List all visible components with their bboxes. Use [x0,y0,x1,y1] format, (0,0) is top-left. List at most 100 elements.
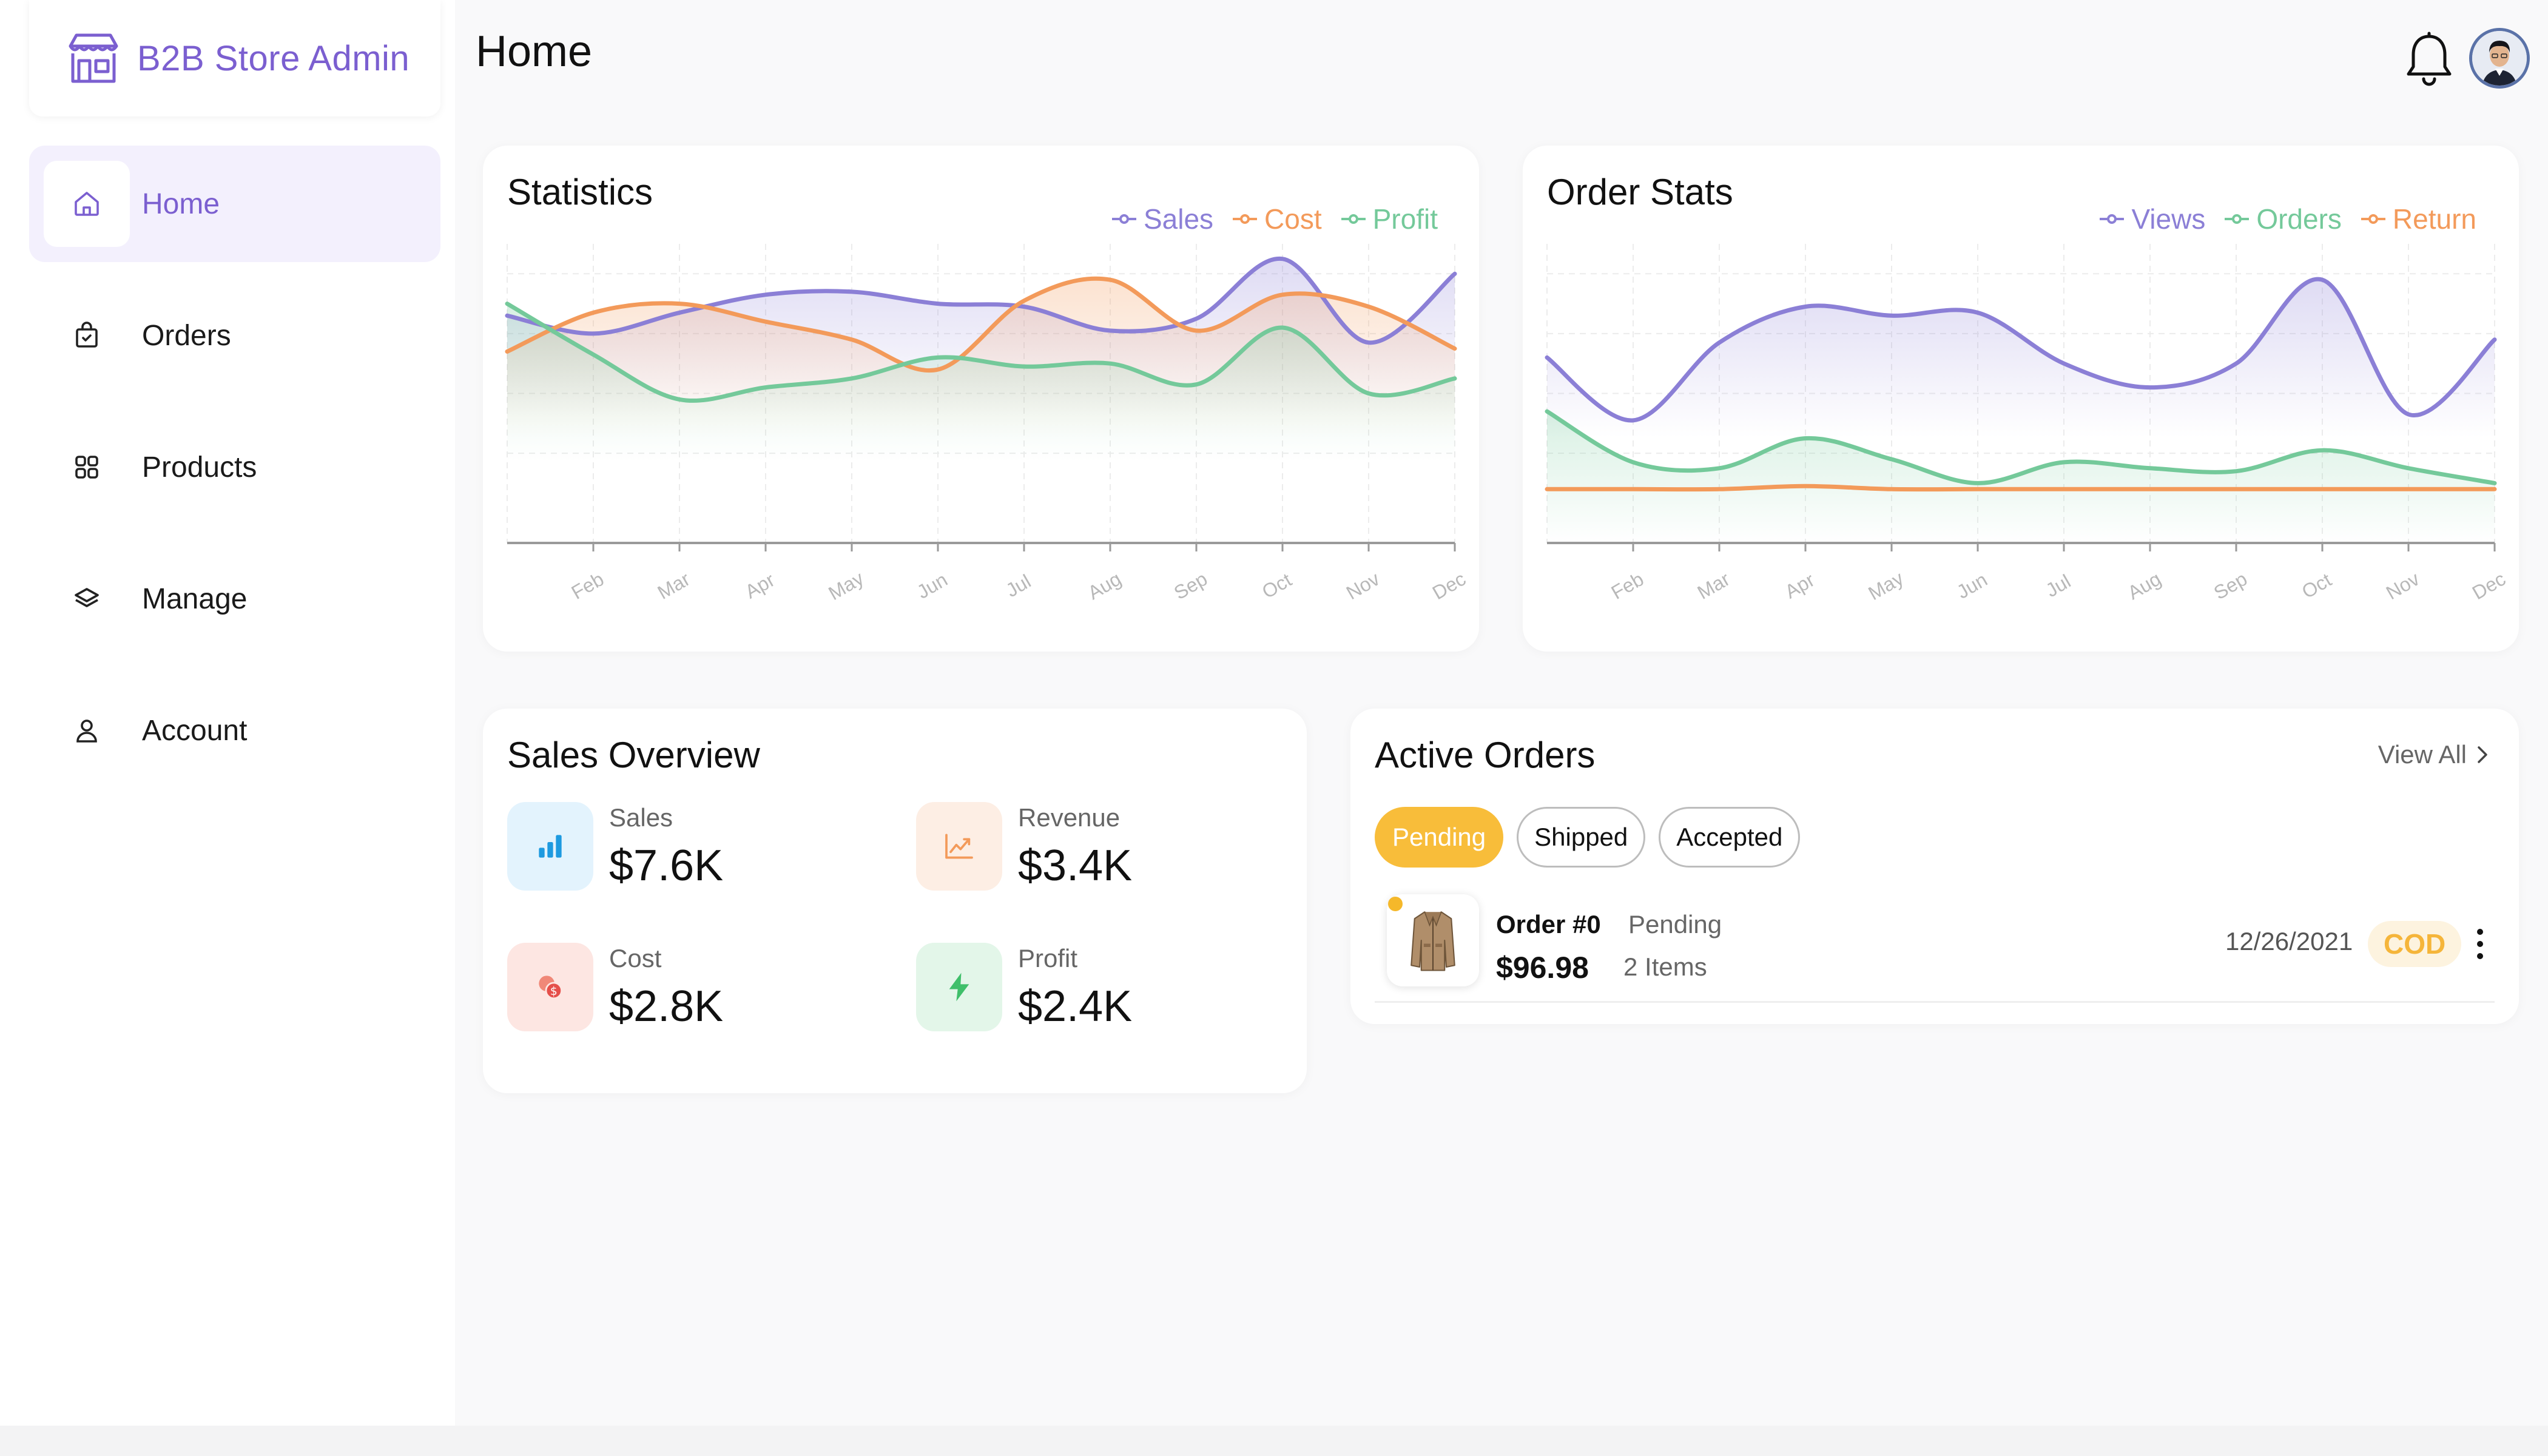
data-point[interactable] [1018,295,1030,307]
data-point[interactable] [1449,372,1461,385]
avatar[interactable] [2469,28,2530,89]
stat-text: Sales $7.6K [609,802,723,891]
data-point[interactable] [1627,414,1639,426]
data-point[interactable] [2058,483,2070,495]
data-point[interactable] [846,334,858,346]
data-point[interactable] [1104,325,1116,337]
svg-text:$: $ [550,985,558,998]
data-point[interactable] [1541,483,1553,495]
data-point[interactable] [2402,483,2415,495]
data-point[interactable] [1713,483,1725,495]
data-point[interactable] [1190,312,1202,325]
data-point[interactable] [1972,306,1984,318]
x-tick-label: Mar [654,568,694,604]
data-point[interactable] [1449,343,1461,355]
x-tick-label: Jun [1953,568,1991,603]
data-point[interactable] [1104,357,1116,369]
data-point[interactable] [1541,351,1553,363]
data-point[interactable] [1972,483,1984,495]
x-tick-label: Oct [2298,568,2335,602]
data-point[interactable] [1799,480,1812,492]
x-tick-label: Nov [1343,568,1383,604]
sidebar-item-account[interactable]: Account [29,672,440,789]
order-row[interactable]: Order #0 Pending $96.98 2 Items 12/26/20… [1375,892,2515,995]
data-point[interactable] [1886,453,1898,465]
data-point[interactable] [846,372,858,385]
x-tick-label: Sep [1170,568,1211,604]
data-point[interactable] [2230,483,2242,495]
brand-title: B2B Store Admin [137,38,410,78]
data-point[interactable] [2058,357,2070,369]
more-vertical-icon[interactable] [2473,926,2487,962]
data-point[interactable] [2402,462,2415,474]
data-point[interactable] [1363,301,1375,313]
data-point[interactable] [1190,325,1202,337]
data-point[interactable] [1799,301,1812,313]
data-point[interactable] [2144,483,2156,495]
sidebar-item-label: Account [142,714,248,747]
data-point[interactable] [932,363,944,376]
tab-pending[interactable]: Pending [1375,807,1504,868]
sidebar-item-label: Manage [142,582,248,615]
data-point[interactable] [1190,379,1202,391]
data-point[interactable] [1627,456,1639,468]
data-point[interactable] [1541,405,1553,417]
data-point[interactable] [1886,483,1898,495]
data-point[interactable] [2402,408,2415,420]
data-point[interactable] [1018,360,1030,372]
data-point[interactable] [2058,456,2070,468]
data-point[interactable] [1276,289,1289,301]
tab-shipped[interactable]: Shipped [1517,807,1646,868]
data-point[interactable] [2489,483,2501,495]
data-point[interactable] [587,328,599,340]
coins-icon: $ [539,976,563,1000]
stat-label: Profit [1018,944,1078,972]
data-point[interactable] [760,289,772,301]
data-point[interactable] [2316,274,2328,286]
view-all-link[interactable]: View All [2378,740,2491,769]
data-point[interactable] [932,351,944,363]
data-point[interactable] [2316,444,2328,456]
sidebar-item-manage[interactable]: Manage [29,541,440,657]
data-point[interactable] [1104,274,1116,286]
data-point[interactable] [1449,268,1461,280]
data-point[interactable] [1627,483,1639,495]
bell-icon[interactable] [2404,32,2455,87]
data-point[interactable] [1276,322,1289,334]
lightning-icon [949,972,969,1002]
data-point[interactable] [846,286,858,298]
data-point[interactable] [2230,465,2242,477]
data-point[interactable] [1713,462,1725,474]
data-point[interactable] [1886,309,1898,322]
data-point[interactable] [587,306,599,318]
nav-icon-box [44,424,130,510]
data-point[interactable] [1713,337,1725,349]
data-point[interactable] [2489,334,2501,346]
data-point[interactable] [501,298,513,310]
data-point[interactable] [760,382,772,394]
data-point[interactable] [1276,253,1289,265]
data-point[interactable] [2230,357,2242,369]
data-point[interactable] [2316,483,2328,495]
data-point[interactable] [1799,432,1812,444]
sidebar-item-products[interactable]: Products [29,409,440,525]
layers-icon [75,588,99,607]
order-price: $96.98 [1496,951,1589,985]
x-tick-label: Apr [1781,568,1818,602]
data-point[interactable] [2144,462,2156,474]
data-point[interactable] [760,315,772,328]
data-point[interactable] [2144,382,2156,394]
brand-card[interactable]: B2B Store Admin [29,0,440,116]
data-point[interactable] [587,348,599,360]
data-point[interactable] [673,393,686,405]
data-point[interactable] [501,309,513,322]
data-point[interactable] [932,298,944,310]
sidebar-item-home[interactable]: Home [29,146,440,262]
data-point[interactable] [1363,388,1375,400]
data-point[interactable] [1363,337,1375,349]
data-point[interactable] [673,298,686,310]
sidebar-item-orders[interactable]: Orders [29,277,440,394]
tab-accepted[interactable]: Accepted [1659,807,1801,868]
data-point[interactable] [501,345,513,357]
status-dot [1388,897,1403,911]
